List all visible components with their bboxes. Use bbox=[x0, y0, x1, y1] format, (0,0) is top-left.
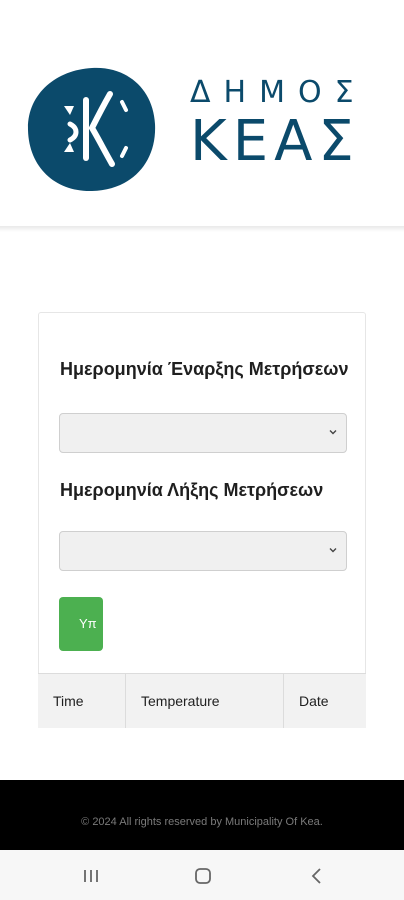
header-divider bbox=[0, 226, 404, 232]
chevron-down-icon bbox=[329, 548, 337, 553]
measurement-form-card: Ημερομηνία Έναρξης Μετρήσεων Ημερομηνία … bbox=[38, 312, 366, 728]
site-header: ΔΗΜΟΣ ΚΕΑΣ bbox=[0, 0, 404, 228]
measurements-table-header: Time Temperature Date bbox=[38, 673, 366, 728]
kea-logo-icon[interactable] bbox=[26, 66, 156, 192]
end-date-select[interactable] bbox=[59, 531, 347, 571]
municipality-wordmark[interactable]: ΔΗΜΟΣ ΚΕΑΣ bbox=[190, 78, 367, 170]
site-footer: © 2024 All rights reserved by Municipali… bbox=[0, 780, 404, 850]
end-date-label: Ημερομηνία Λήξης Μετρήσεων bbox=[60, 480, 324, 500]
recent-apps-icon[interactable] bbox=[79, 866, 103, 886]
column-header-temperature[interactable]: Temperature bbox=[126, 674, 284, 728]
wordmark-line-1: ΔΗΜΟΣ bbox=[190, 75, 367, 110]
column-header-time[interactable]: Time bbox=[38, 674, 126, 728]
back-icon[interactable] bbox=[305, 866, 329, 886]
submit-button[interactable]: Υπ bbox=[59, 597, 103, 651]
home-icon[interactable] bbox=[191, 866, 215, 886]
system-navigation-bar bbox=[0, 850, 404, 900]
column-header-date[interactable]: Date bbox=[284, 674, 366, 728]
copyright-text: © 2024 All rights reserved by Municipali… bbox=[81, 816, 323, 828]
start-date-select[interactable] bbox=[59, 413, 347, 453]
chevron-down-icon bbox=[329, 430, 337, 435]
wordmark-line-2: ΚΕΑΣ bbox=[190, 109, 360, 174]
start-date-label: Ημερομηνία Έναρξης Μετρήσεων bbox=[60, 359, 349, 379]
